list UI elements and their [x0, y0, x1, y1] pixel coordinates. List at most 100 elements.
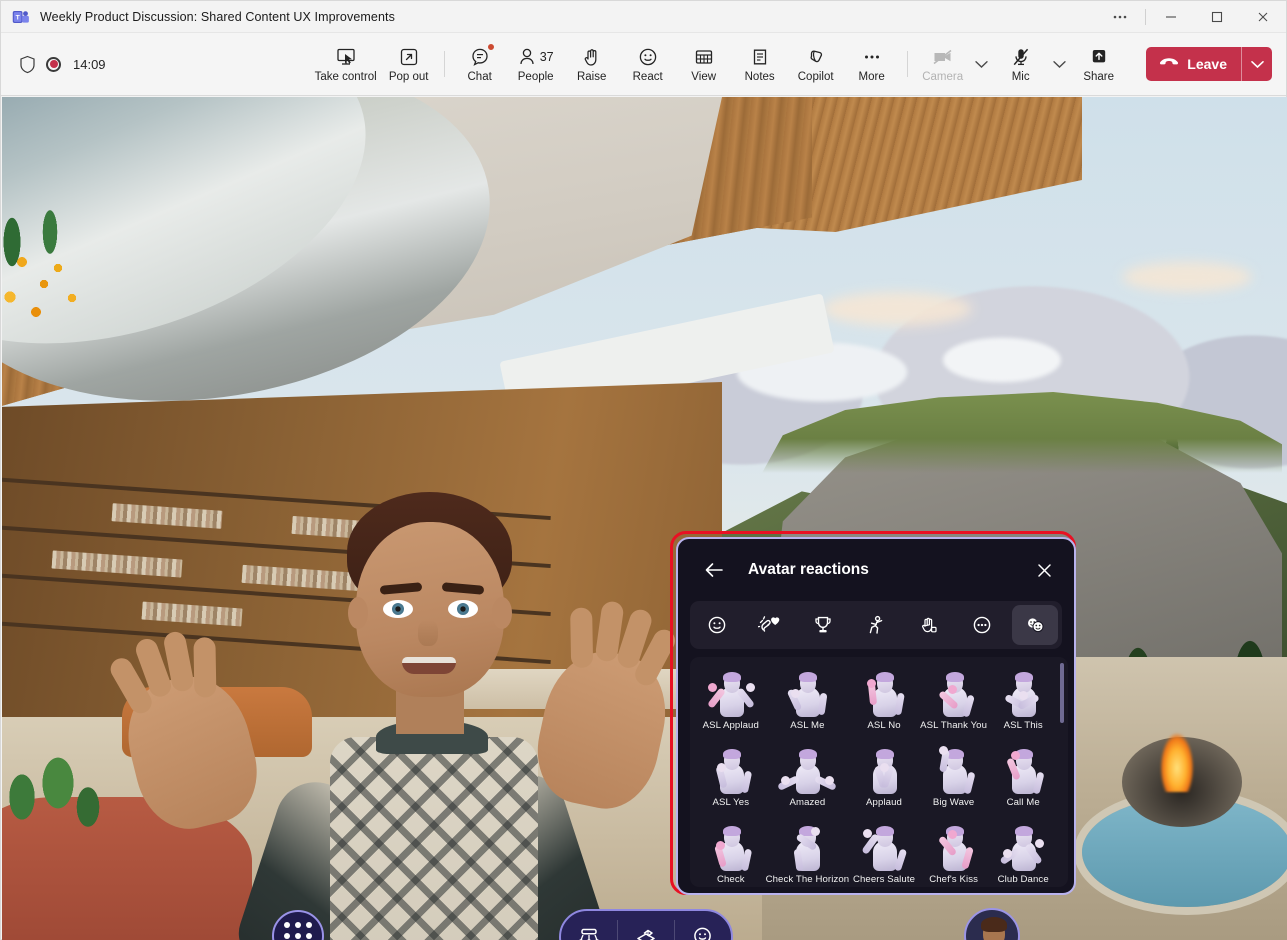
avatar-nose: [418, 620, 438, 646]
reaction-figure-icon: [928, 667, 980, 719]
copilot-icon: [805, 46, 827, 68]
share-button[interactable]: Share: [1071, 38, 1127, 90]
tab-avatar-reactions[interactable]: [1012, 605, 1058, 645]
camera-button[interactable]: Camera: [915, 38, 971, 90]
toolbar-leave-group: Leave: [1136, 47, 1286, 81]
maximize-icon[interactable]: [1194, 1, 1240, 33]
close-icon[interactable]: [1028, 554, 1060, 586]
avatar-settings-button[interactable]: [561, 911, 617, 940]
panel-title: Avatar reactions: [748, 561, 1028, 579]
reaction-figure-icon: [997, 821, 1049, 873]
reaction-item[interactable]: Applaud: [849, 742, 919, 817]
reaction-figure-icon: [781, 667, 833, 719]
react-button[interactable]: React: [620, 38, 676, 90]
chat-unread-badge: [487, 43, 495, 51]
view-label: View: [691, 71, 716, 83]
reaction-item[interactable]: ASL Thank You: [919, 665, 989, 740]
reaction-figure-icon: [781, 821, 833, 873]
pop-out-label: Pop out: [389, 71, 429, 83]
reaction-item[interactable]: ASL Applaud: [696, 665, 766, 740]
reaction-item[interactable]: Chef's Kiss: [919, 819, 989, 887]
shield-icon[interactable]: [19, 55, 36, 74]
people-button[interactable]: 37 People: [508, 38, 564, 90]
reaction-item[interactable]: Amazed: [766, 742, 850, 817]
raise-hand-button[interactable]: Raise: [564, 38, 620, 90]
immersive-meeting-stage: Weekly Product Discuss... Avatar reactio…: [2, 97, 1287, 940]
scene-plant: [2, 737, 112, 847]
tab-celebrate[interactable]: [800, 605, 846, 645]
avatar-appearance-button[interactable]: [618, 911, 674, 940]
back-arrow-icon[interactable]: [698, 554, 730, 586]
more-label: More: [859, 71, 885, 83]
reaction-item[interactable]: Call Me: [988, 742, 1058, 817]
scene-cloud: [822, 292, 972, 326]
avatar-toolbar: [559, 909, 733, 940]
notes-icon: [749, 46, 771, 68]
reaction-figure-icon: [705, 667, 757, 719]
close-icon[interactable]: [1240, 1, 1286, 33]
avatar-cube-icon: [633, 924, 659, 940]
window-controls-divider: [1145, 9, 1146, 25]
trophy-icon: [812, 614, 834, 636]
reaction-label: Cheers Salute: [853, 874, 915, 885]
reaction-grid-scrollbar[interactable]: [1060, 663, 1064, 723]
notes-button[interactable]: Notes: [732, 38, 788, 90]
tab-emoji[interactable]: [694, 605, 740, 645]
chat-label: Chat: [468, 71, 492, 83]
chat-button[interactable]: Chat: [452, 38, 508, 90]
reaction-item[interactable]: Big Wave: [919, 742, 989, 817]
take-control-button[interactable]: Take control: [311, 38, 381, 90]
avatar-reactions-panel: Avatar reactions: [676, 537, 1076, 895]
reaction-label: ASL Me: [790, 720, 824, 731]
more-ellipsis-icon: [861, 46, 883, 68]
avatar-right-eye: [448, 600, 478, 618]
mic-label: Mic: [1012, 71, 1030, 83]
avatar-reactions-button[interactable]: [675, 911, 731, 940]
window-more-icon[interactable]: [1097, 1, 1143, 33]
camera-chevron-down-icon[interactable]: [971, 44, 993, 84]
window-title: Weekly Product Discussion: Shared Conten…: [40, 10, 395, 24]
mic-chevron-down-icon[interactable]: [1049, 44, 1071, 84]
reaction-item[interactable]: Check: [696, 819, 766, 887]
reaction-label: ASL This: [1004, 720, 1043, 731]
avatar-reactions-highlight-ring: Avatar reactions: [670, 531, 1076, 895]
take-control-icon: [335, 46, 357, 68]
toolbar-status-group: 14:09: [1, 55, 301, 74]
tab-more[interactable]: [959, 605, 1005, 645]
reaction-item[interactable]: Club Dance: [988, 819, 1058, 887]
avatar-left-eye: [383, 600, 413, 618]
leave-chevron-down-icon[interactable]: [1242, 47, 1272, 81]
raised-hand-icon: [918, 614, 940, 636]
view-button[interactable]: View: [676, 38, 732, 90]
reaction-item[interactable]: ASL Me: [766, 665, 850, 740]
raise-hand-icon: [581, 46, 603, 68]
reaction-item[interactable]: Cheers Salute: [849, 819, 919, 887]
meeting-toolbar: 14:09 Take control: [1, 33, 1286, 96]
reaction-grid-container: ASL Applaud ASL Me: [690, 657, 1068, 887]
reaction-item[interactable]: ASL Yes: [696, 742, 766, 817]
more-button[interactable]: More: [844, 38, 900, 90]
user-avatar-3d: [252, 492, 692, 940]
reaction-item[interactable]: ASL No: [849, 665, 919, 740]
leave-button[interactable]: Leave: [1146, 47, 1241, 81]
applause-heart-icon: [758, 614, 782, 636]
reaction-figure-icon: [858, 667, 910, 719]
mic-button[interactable]: Mic: [993, 38, 1049, 90]
people-count: 37: [540, 50, 554, 64]
pop-out-icon: [398, 46, 420, 68]
reaction-label: Check: [717, 874, 745, 885]
tab-gestures[interactable]: [906, 605, 952, 645]
share-screen-icon: [1088, 46, 1110, 68]
reaction-figure-icon: [928, 821, 980, 873]
minimize-icon[interactable]: [1148, 1, 1194, 33]
mic-off-icon: [1010, 46, 1032, 68]
reaction-item[interactable]: ASL This: [988, 665, 1058, 740]
copilot-button[interactable]: Copilot: [788, 38, 844, 90]
tab-applause[interactable]: [747, 605, 793, 645]
pop-out-button[interactable]: Pop out: [381, 38, 437, 90]
reaction-label: ASL Thank You: [920, 720, 987, 731]
reaction-item[interactable]: Check The Horizon: [766, 819, 850, 887]
tab-dance[interactable]: [853, 605, 899, 645]
toolbar-divider-2: [907, 51, 908, 77]
reaction-figure-icon: [997, 667, 1049, 719]
